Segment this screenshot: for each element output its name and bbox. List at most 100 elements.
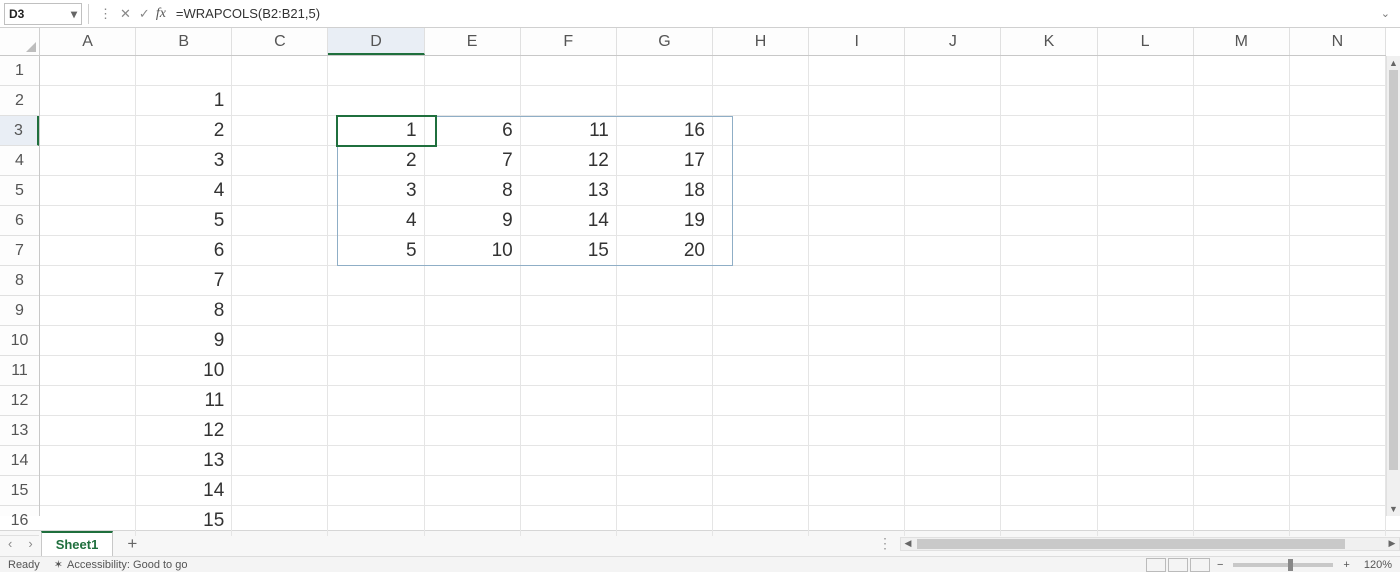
col-header-I[interactable]: I: [809, 28, 905, 55]
view-normal-icon[interactable]: [1146, 558, 1166, 572]
cancel-icon[interactable]: ✕: [116, 6, 135, 22]
accessibility-icon[interactable]: ✶: [54, 558, 63, 571]
cell[interactable]: 5: [328, 236, 424, 266]
row-header[interactable]: 1: [0, 56, 39, 86]
cell[interactable]: [521, 86, 617, 116]
cell[interactable]: [713, 266, 809, 296]
row-header[interactable]: 16: [0, 506, 39, 536]
cell[interactable]: [425, 56, 521, 86]
cell[interactable]: [1098, 116, 1194, 146]
cell[interactable]: [1194, 86, 1290, 116]
col-header-L[interactable]: L: [1098, 28, 1194, 55]
cell[interactable]: [1290, 176, 1386, 206]
cell[interactable]: 2: [136, 116, 232, 146]
row-header[interactable]: 12: [0, 386, 39, 416]
cell[interactable]: [1290, 476, 1386, 506]
cell[interactable]: [328, 356, 424, 386]
zoom-out-button[interactable]: −: [1211, 559, 1229, 571]
scroll-up-icon[interactable]: ▲: [1387, 56, 1400, 70]
cell[interactable]: [328, 476, 424, 506]
cell[interactable]: [40, 386, 136, 416]
view-pagelayout-icon[interactable]: [1168, 558, 1188, 572]
cell[interactable]: [40, 206, 136, 236]
cell[interactable]: [905, 326, 1001, 356]
cell[interactable]: [328, 266, 424, 296]
cell[interactable]: 8: [425, 176, 521, 206]
cell[interactable]: [809, 476, 905, 506]
col-header-F[interactable]: F: [521, 28, 617, 55]
col-header-J[interactable]: J: [905, 28, 1001, 55]
cell[interactable]: [40, 416, 136, 446]
cell[interactable]: [1290, 386, 1386, 416]
name-box[interactable]: D3 ▾: [4, 3, 82, 25]
cell[interactable]: [232, 266, 328, 296]
cell[interactable]: [713, 56, 809, 86]
cell[interactable]: [425, 266, 521, 296]
cell[interactable]: [232, 326, 328, 356]
cell[interactable]: 8: [136, 296, 232, 326]
cell[interactable]: [1290, 236, 1386, 266]
scroll-thumb[interactable]: [917, 539, 1345, 549]
cell[interactable]: 4: [136, 176, 232, 206]
cell[interactable]: [713, 236, 809, 266]
cell[interactable]: [905, 356, 1001, 386]
cell[interactable]: [1001, 86, 1097, 116]
cell[interactable]: 9: [136, 326, 232, 356]
cell[interactable]: [232, 356, 328, 386]
cell[interactable]: [1001, 446, 1097, 476]
cell[interactable]: [136, 56, 232, 86]
cell[interactable]: 12: [136, 416, 232, 446]
cell[interactable]: [1001, 176, 1097, 206]
cell[interactable]: [617, 386, 713, 416]
cell[interactable]: [232, 146, 328, 176]
cell[interactable]: [232, 446, 328, 476]
cell[interactable]: [1098, 206, 1194, 236]
cell[interactable]: 14: [521, 206, 617, 236]
cell[interactable]: [809, 206, 905, 236]
row-header[interactable]: 14: [0, 446, 39, 476]
cell[interactable]: [617, 506, 713, 536]
col-header-D[interactable]: D: [328, 28, 424, 55]
cell[interactable]: [1194, 506, 1290, 536]
cell[interactable]: [1098, 266, 1194, 296]
cell[interactable]: [713, 476, 809, 506]
cell[interactable]: [617, 86, 713, 116]
cell[interactable]: [905, 206, 1001, 236]
cell[interactable]: [232, 476, 328, 506]
cell[interactable]: [809, 356, 905, 386]
cell[interactable]: 13: [136, 446, 232, 476]
cell[interactable]: [905, 296, 1001, 326]
cell[interactable]: [809, 116, 905, 146]
cell[interactable]: [232, 176, 328, 206]
cell[interactable]: [713, 296, 809, 326]
cell[interactable]: [1001, 356, 1097, 386]
scroll-left-icon[interactable]: ◀: [901, 538, 915, 549]
cell[interactable]: [905, 416, 1001, 446]
cell[interactable]: [617, 416, 713, 446]
row-header[interactable]: 10: [0, 326, 39, 356]
cell[interactable]: [425, 356, 521, 386]
cell[interactable]: [1194, 266, 1290, 296]
cell[interactable]: [1001, 236, 1097, 266]
cell[interactable]: [40, 266, 136, 296]
cell[interactable]: [1194, 146, 1290, 176]
cells-area[interactable]: 1 2 1 6 11 16: [40, 56, 1386, 516]
cell[interactable]: [809, 326, 905, 356]
cell[interactable]: 12: [521, 146, 617, 176]
cell[interactable]: [40, 236, 136, 266]
row-header[interactable]: 15: [0, 476, 39, 506]
cell[interactable]: [1001, 146, 1097, 176]
cell[interactable]: [713, 416, 809, 446]
expand-formula-bar-icon[interactable]: ⌄: [1375, 7, 1396, 20]
cell[interactable]: [40, 476, 136, 506]
cell[interactable]: [40, 86, 136, 116]
cell[interactable]: [425, 326, 521, 356]
chevron-down-icon[interactable]: ▾: [71, 7, 77, 21]
cell[interactable]: [521, 506, 617, 536]
cell[interactable]: [809, 56, 905, 86]
cell[interactable]: [1290, 206, 1386, 236]
cell[interactable]: [232, 116, 328, 146]
cell[interactable]: [521, 476, 617, 506]
row-header[interactable]: 11: [0, 356, 39, 386]
cell[interactable]: 2: [328, 146, 424, 176]
